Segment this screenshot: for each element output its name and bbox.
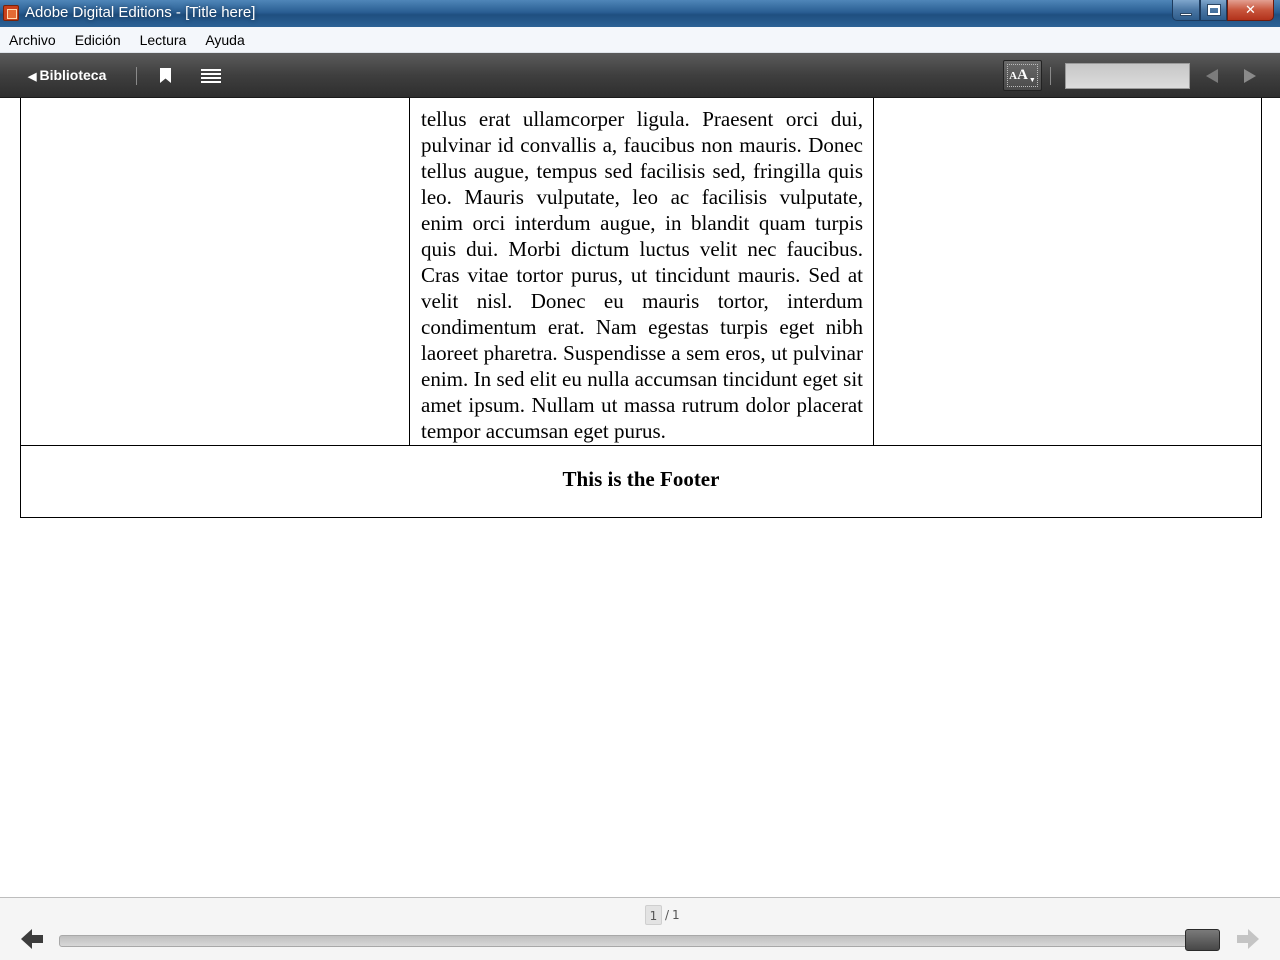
menu-edicion[interactable]: Edición [68, 27, 128, 53]
total-pages: 1 [672, 908, 680, 922]
right-column [873, 98, 1261, 445]
close-button[interactable]: ✕ [1227, 0, 1274, 21]
page-separator: / [665, 908, 670, 922]
library-back-label: Biblioteca [39, 67, 107, 83]
footer-text: This is the Footer [562, 467, 720, 491]
toolbar-divider [136, 67, 137, 85]
menu-ayuda[interactable]: Ayuda [198, 27, 251, 53]
triangle-right-icon[interactable] [1244, 69, 1256, 83]
document-page: tellus erat ullamcorper ligula. Praesent… [20, 98, 1262, 518]
page-slider[interactable] [59, 935, 1220, 947]
menu-archivo[interactable]: Archivo [2, 27, 63, 53]
body-paragraph: tellus erat ullamcorper ligula. Praesent… [421, 107, 863, 443]
restore-icon [1207, 5, 1220, 15]
arrow-right-icon[interactable] [1237, 929, 1259, 949]
window-title: Adobe Digital Editions - [Title here] [25, 4, 256, 21]
toolbar-divider [1050, 67, 1051, 85]
adobe-digital-editions-icon[interactable] [3, 5, 19, 21]
menu-lectura[interactable]: Lectura [133, 27, 194, 53]
font-size-button[interactable]: A A ▼ [1003, 60, 1042, 91]
page-indicator: 1 / 1 [645, 905, 680, 925]
menu-bar: Archivo Edición Lectura Ayuda [0, 27, 1280, 53]
title-bar[interactable]: Adobe Digital Editions - [Title here] ✕ [0, 0, 1280, 27]
search-input[interactable] [1065, 63, 1190, 89]
close-icon: ✕ [1245, 2, 1256, 18]
window-controls: ✕ [1172, 0, 1274, 22]
minimize-button[interactable] [1172, 0, 1200, 21]
page-slider-thumb[interactable] [1185, 929, 1220, 951]
library-back-button[interactable]: ◀ Biblioteca [28, 67, 106, 83]
maximize-button[interactable] [1200, 0, 1227, 21]
current-page-field[interactable]: 1 [645, 905, 662, 925]
triangle-left-icon[interactable] [1206, 69, 1218, 83]
focus-outline [1007, 64, 1038, 87]
page-navigation-bar: 1 / 1 [0, 897, 1280, 960]
list-icon[interactable] [201, 69, 221, 83]
left-column [21, 98, 410, 445]
minimize-icon [1180, 12, 1192, 16]
page-footer: This is the Footer [21, 445, 1261, 517]
arrow-left-icon[interactable] [21, 929, 43, 949]
back-arrow-icon: ◀ [28, 71, 37, 83]
